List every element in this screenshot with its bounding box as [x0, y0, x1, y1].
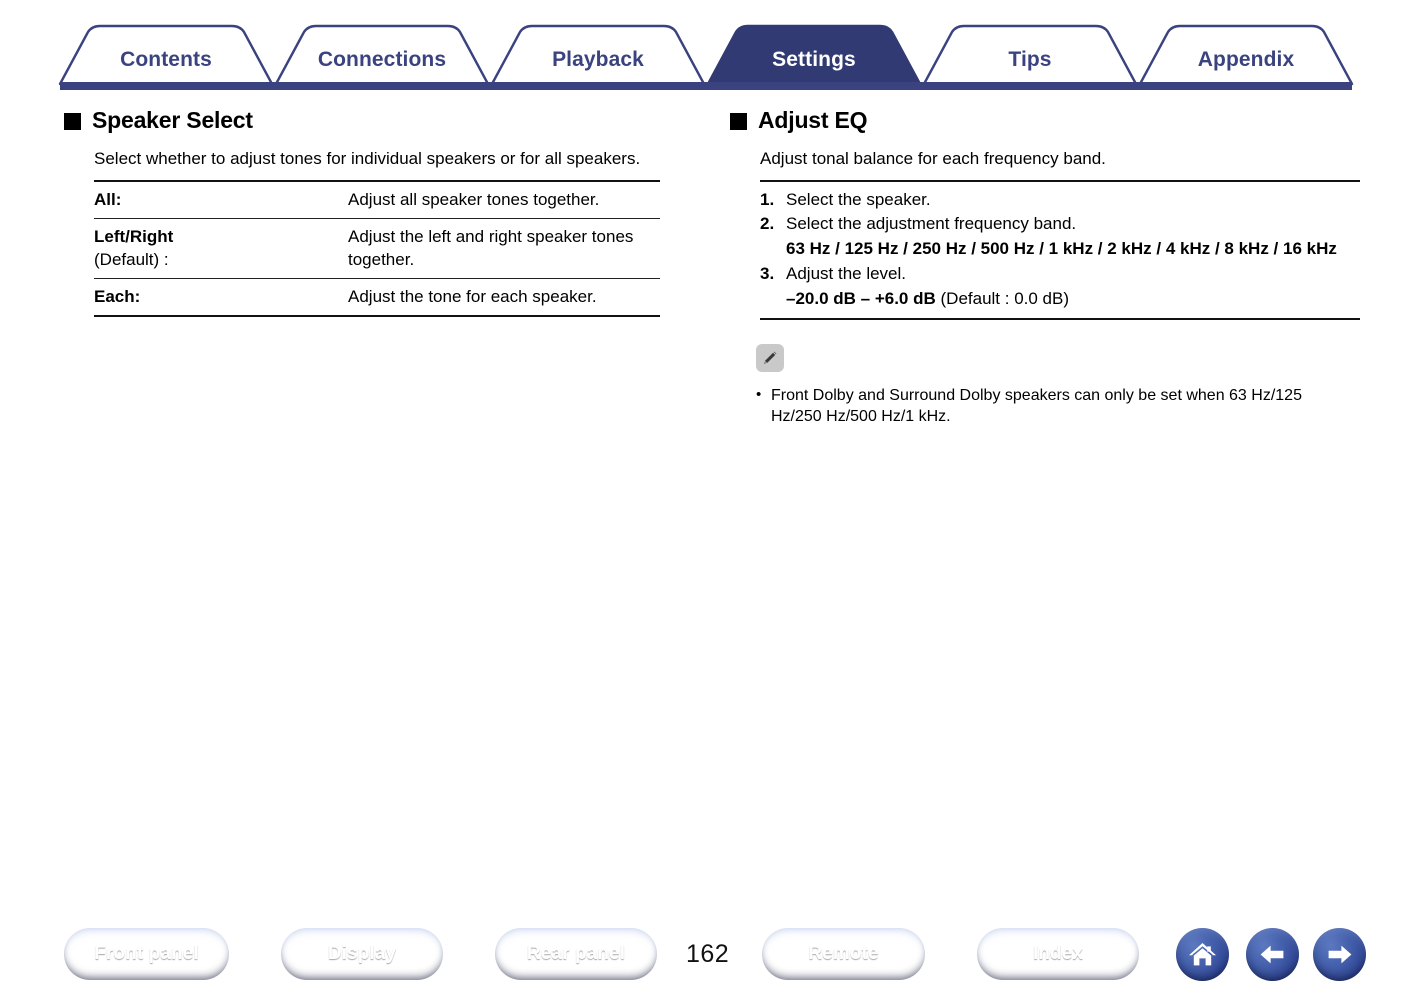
- arrow-right-icon: [1328, 945, 1352, 964]
- arrow-left-icon: [1260, 945, 1284, 964]
- back-button[interactable]: [1246, 928, 1299, 981]
- level-range: –20.0 dB – +6.0 dB (Default : 0.0 dB): [760, 287, 1360, 310]
- tab-playback[interactable]: Playback: [532, 48, 664, 72]
- home-button[interactable]: [1176, 928, 1229, 981]
- tab-appendix[interactable]: Appendix: [1180, 48, 1312, 72]
- pencil-icon-glyph: [764, 351, 777, 364]
- pencil-icon: [756, 344, 784, 373]
- tab-bar: Contents Connections Playback Settings T…: [0, 0, 1426, 96]
- note-text: Front Dolby and Surround Dolby speakers …: [771, 387, 1302, 426]
- adjust-eq-heading: Adjust EQ: [730, 107, 1334, 133]
- tab-contents[interactable]: Contents: [100, 48, 232, 72]
- remote-label: Remote: [808, 943, 879, 964]
- list-item: 3. Adjust the level.: [760, 262, 1360, 285]
- term-text: Left/Right: [94, 226, 174, 246]
- term-default-note: (Default) :: [94, 249, 169, 269]
- note-block: • Front Dolby and Surround Dolby speaker…: [756, 344, 1336, 428]
- step-text: Adjust the level.: [786, 263, 907, 283]
- index-button[interactable]: Index: [977, 928, 1139, 980]
- bullet-icon: •: [756, 386, 762, 404]
- frequency-band-values: 63 Hz / 125 Hz / 250 Hz / 500 Hz / 1 kHz…: [786, 238, 1337, 258]
- table-term: Each:: [94, 277, 346, 317]
- list-item: 1. Select the speaker.: [760, 188, 1360, 211]
- note-content: • Front Dolby and Surround Dolby speaker…: [756, 385, 1336, 428]
- speaker-select-table: All: Adjust all speaker tones together. …: [94, 179, 660, 318]
- adjust-eq-steps: 1. Select the speaker. 2. Select the adj…: [760, 179, 1360, 321]
- step-number: 2.: [760, 213, 775, 233]
- table-desc: Adjust the left and right speaker tones …: [346, 217, 660, 279]
- term-text: All:: [94, 189, 122, 209]
- tab-connections[interactable]: Connections: [316, 48, 448, 72]
- table-term: Left/Right (Default) :: [94, 217, 346, 279]
- section-title: Speaker Select: [92, 107, 253, 133]
- remote-button[interactable]: Remote: [762, 928, 925, 980]
- forward-button[interactable]: [1313, 928, 1366, 981]
- step-number: 3.: [760, 263, 775, 283]
- level-range-value: –20.0 dB – +6.0 dB: [786, 289, 936, 309]
- rear-panel-label: Rear panel: [526, 943, 626, 964]
- list-item: 2. Select the adjustment frequency band.: [760, 212, 1360, 235]
- term-text: Each:: [94, 286, 141, 306]
- section-title: Adjust EQ: [758, 107, 868, 133]
- home-icon: [1189, 943, 1216, 966]
- square-bullet-icon: [730, 113, 747, 131]
- speaker-select-heading: Speaker Select: [64, 107, 668, 133]
- step-text: Select the adjustment frequency band.: [786, 213, 1077, 233]
- table-desc: Adjust all speaker tones together.: [348, 189, 600, 209]
- footer-bar: Front panel Display Rear panel 162 Remot…: [0, 914, 1426, 1006]
- index-label: Index: [1032, 943, 1084, 964]
- step-number: 1.: [760, 189, 775, 209]
- table-term: All:: [94, 181, 346, 219]
- square-bullet-icon: [64, 113, 81, 131]
- section-description: Select whether to adjust tones for indiv…: [94, 149, 641, 169]
- left-column: Speaker Select Select whether to adjust …: [64, 107, 668, 318]
- step-text: Select the speaker.: [786, 189, 931, 209]
- level-range-default: (Default : 0.0 dB): [935, 289, 1070, 309]
- display-button[interactable]: Display: [281, 928, 443, 980]
- table-desc: Adjust the tone for each speaker.: [346, 277, 660, 317]
- display-label: Display: [327, 943, 397, 964]
- page-number: 162: [686, 940, 730, 968]
- right-column: Adjust EQ Adjust tonal balance for each …: [730, 107, 1360, 428]
- tab-tips[interactable]: Tips: [964, 48, 1096, 72]
- table-row: All: Adjust all speaker tones together.: [94, 181, 660, 219]
- rear-panel-button[interactable]: Rear panel: [495, 928, 657, 980]
- section-description: Adjust tonal balance for each frequency …: [760, 149, 1106, 169]
- front-panel-button[interactable]: Front panel: [64, 928, 229, 980]
- front-panel-label: Front panel: [94, 943, 199, 964]
- tab-settings[interactable]: Settings: [748, 48, 880, 72]
- table-row: Each: Adjust the tone for each speaker.: [94, 277, 660, 317]
- table-row: Left/Right (Default) : Adjust the left a…: [94, 217, 660, 279]
